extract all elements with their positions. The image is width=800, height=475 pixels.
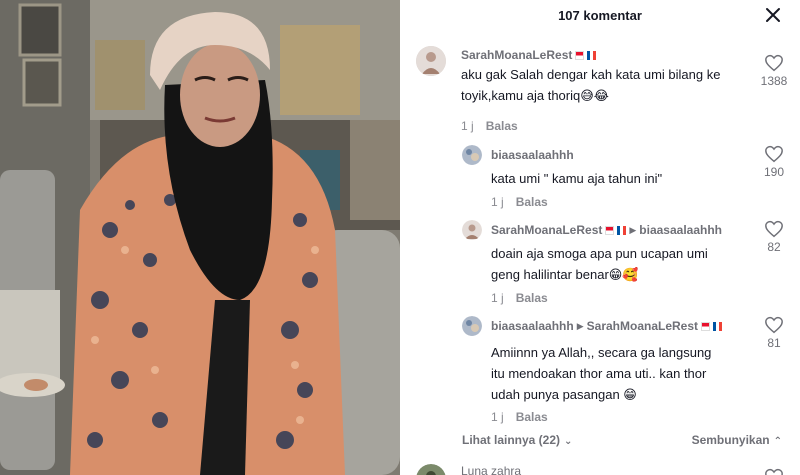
- chevron-down-icon: ⌄: [564, 436, 573, 447]
- heart-icon[interactable]: [764, 316, 784, 334]
- heart-icon[interactable]: [764, 145, 784, 163]
- avatar[interactable]: [462, 145, 482, 165]
- reply-arrow-icon: ▶: [576, 320, 584, 331]
- comment-time: 1 j: [491, 291, 504, 305]
- avatar[interactable]: [462, 220, 482, 240]
- close-icon[interactable]: [764, 6, 782, 24]
- comment-username[interactable]: Luna zahra: [461, 464, 521, 475]
- comments-header: 107 komentar: [400, 0, 800, 32]
- comment-text: aku gak Salah dengar kah kata umi bilang…: [461, 67, 721, 103]
- video-player[interactable]: [0, 0, 400, 475]
- heart-icon[interactable]: [764, 220, 784, 238]
- reply-to-username[interactable]: SarahMoanaLeRest: [587, 319, 698, 333]
- comments-count-title: 107 komentar: [558, 8, 642, 23]
- video-frame: [0, 0, 400, 475]
- reply-arrow-icon: ▶: [629, 224, 637, 235]
- comment-username[interactable]: biaasaalaahhh ▶ SarahMoanaLeRest: [491, 319, 723, 333]
- like-count: 82: [767, 240, 781, 254]
- comment-meta: 1 j Balas: [461, 119, 518, 133]
- reply-to-username[interactable]: biaasaalaahhh: [639, 223, 722, 237]
- indonesia-flag-icon: [605, 225, 615, 235]
- comment-text: Amiinnn ya Allah,, secara ga langsung it…: [491, 345, 712, 402]
- comment-username[interactable]: SarahMoanaLeRest ▶ biaasaalaahhh: [491, 223, 722, 237]
- like-control[interactable]: 82: [754, 220, 794, 254]
- like-control[interactable]: [754, 468, 794, 475]
- comment-meta: 1 j Balas: [491, 410, 548, 424]
- view-more-replies-button[interactable]: Lihat lainnya (22) ⌄: [462, 433, 572, 447]
- comment-username[interactable]: SarahMoanaLeRest: [461, 48, 597, 62]
- indonesia-flag-icon: [701, 321, 711, 331]
- comment-text: doain aja smoga apa pun ucapan umi geng …: [491, 246, 708, 282]
- like-count: 190: [763, 165, 785, 179]
- comment-time: 1 j: [491, 195, 504, 209]
- reply-button[interactable]: Balas: [486, 119, 518, 133]
- like-count: 1388: [760, 74, 788, 88]
- like-control[interactable]: 1388: [754, 54, 794, 88]
- comment-time: 1 j: [461, 119, 474, 133]
- france-flag-icon: [713, 321, 723, 331]
- avatar[interactable]: [462, 316, 482, 336]
- like-control[interactable]: 190: [754, 145, 794, 179]
- comment-username[interactable]: biaasaalaahhh: [491, 148, 574, 162]
- avatar[interactable]: [416, 464, 446, 475]
- like-control[interactable]: 81: [754, 316, 794, 350]
- france-flag-icon: [617, 225, 627, 235]
- reply-button[interactable]: Balas: [516, 410, 548, 424]
- heart-icon[interactable]: [764, 54, 784, 72]
- indonesia-flag-icon: [575, 50, 585, 60]
- comments-panel: 107 komentar SarahMoanaLeRest aku gak Sa…: [400, 0, 800, 475]
- reply-button[interactable]: Balas: [516, 291, 548, 305]
- comment-text: kata umi " kamu aja tahun ini": [491, 171, 663, 186]
- chevron-up-icon: ⌃: [773, 436, 782, 447]
- heart-icon[interactable]: [764, 468, 784, 475]
- hide-replies-button[interactable]: Sembunyikan ⌃: [692, 433, 782, 447]
- like-count: 81: [767, 336, 781, 350]
- comment-meta: 1 j Balas: [491, 291, 548, 305]
- comment-meta: 1 j Balas: [491, 195, 548, 209]
- reply-button[interactable]: Balas: [516, 195, 548, 209]
- comment-time: 1 j: [491, 410, 504, 424]
- france-flag-icon: [587, 50, 597, 60]
- avatar[interactable]: [416, 46, 446, 76]
